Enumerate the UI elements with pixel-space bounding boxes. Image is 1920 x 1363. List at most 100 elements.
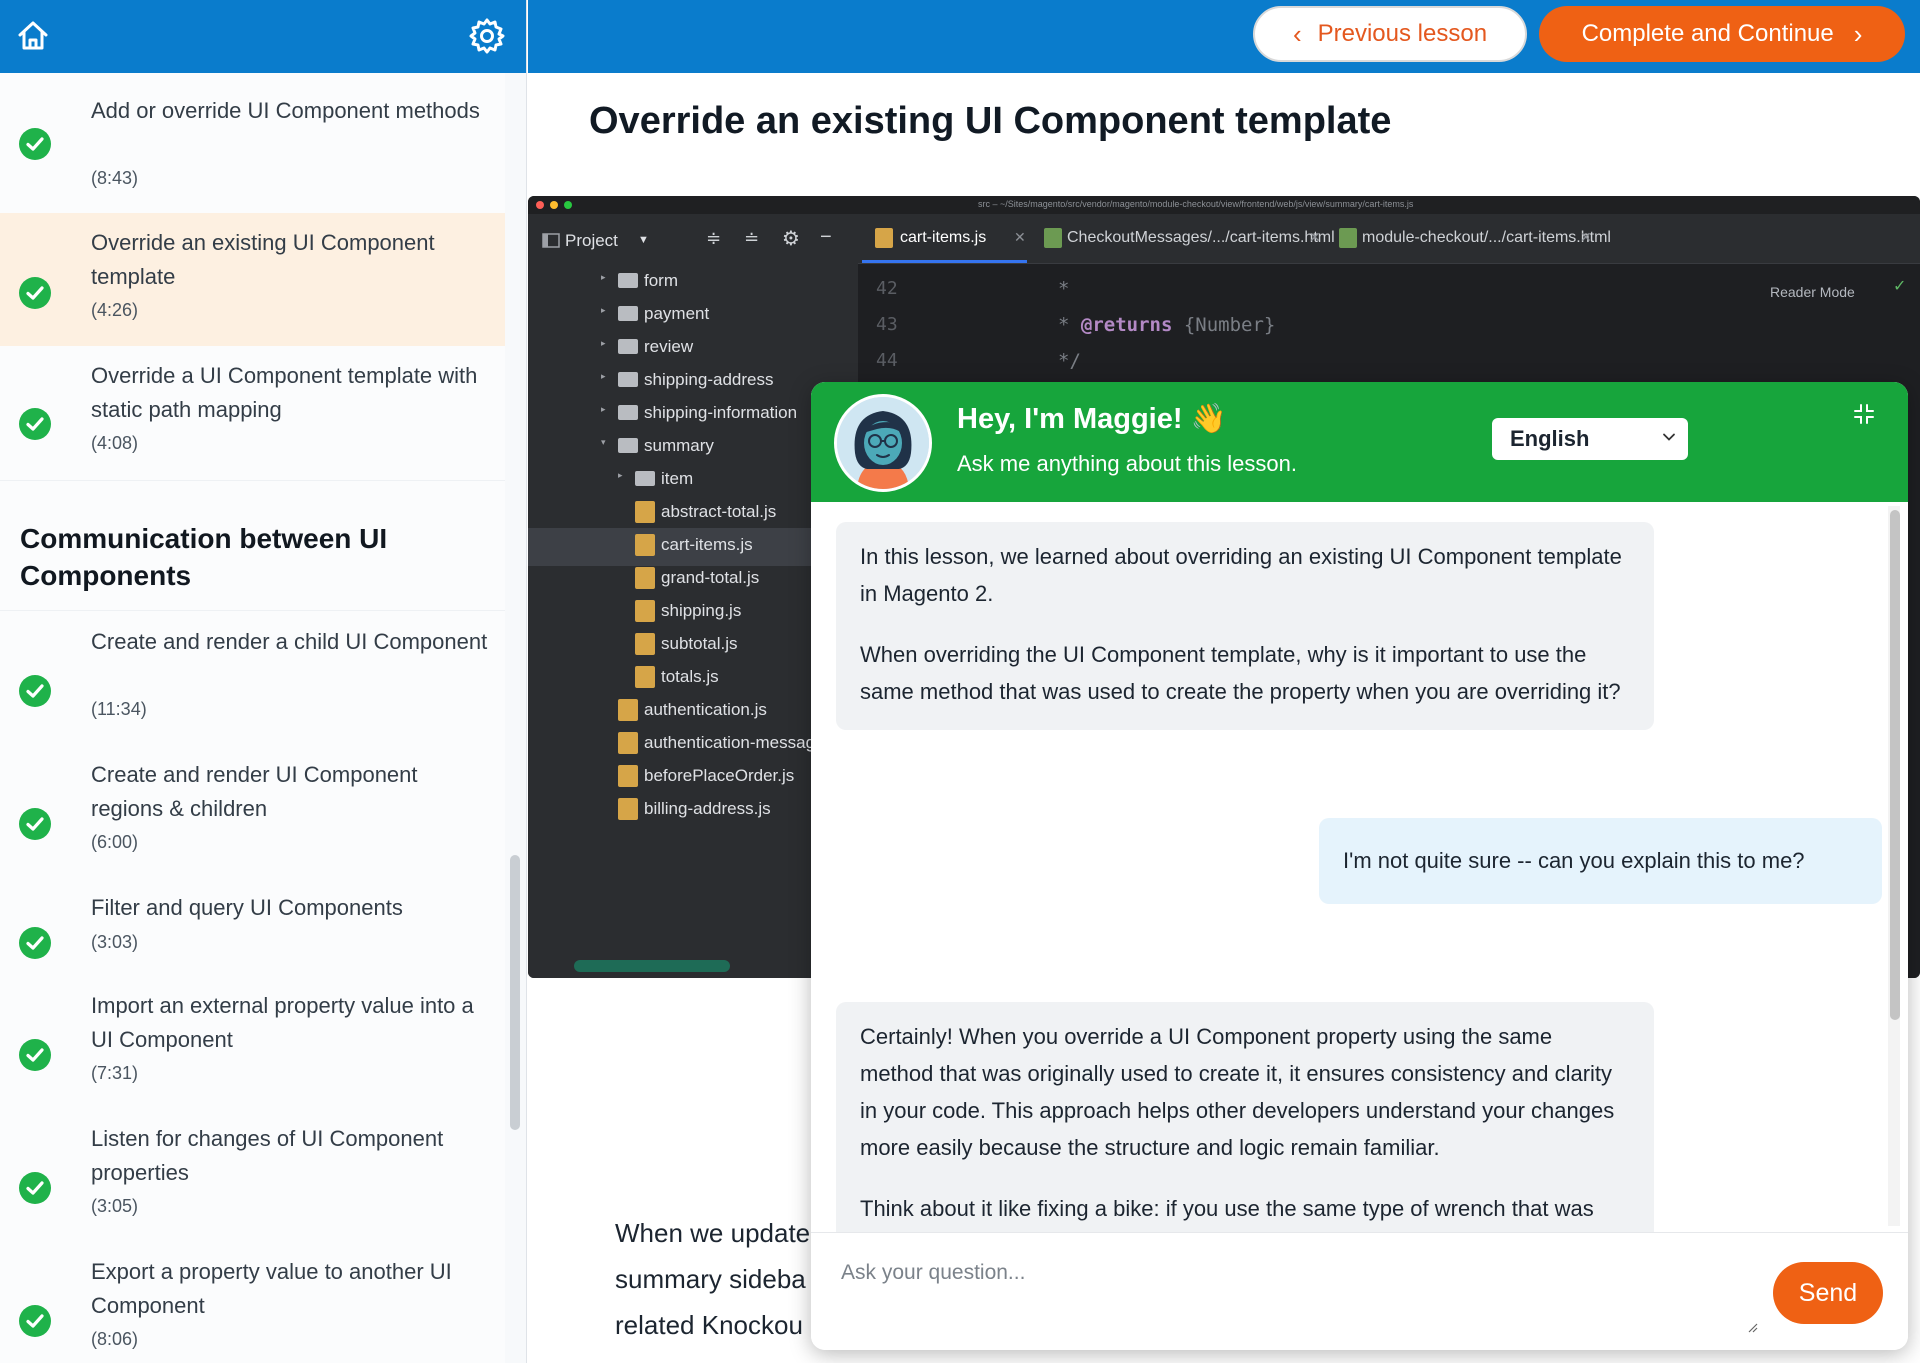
resize-handle-icon[interactable] <box>1746 1321 1758 1333</box>
folder-icon <box>618 405 638 420</box>
assistant-avatar <box>834 394 932 492</box>
message-paragraph: When overriding the UI Component templat… <box>860 642 1621 704</box>
avatar-illustration-icon <box>837 397 929 489</box>
line-number: 44 <box>876 350 898 371</box>
lesson-item[interactable]: Filter and query UI Components (3:03) <box>0 879 505 977</box>
sidebar-scrollbar[interactable] <box>510 855 520 1130</box>
js-file-icon <box>618 699 638 721</box>
minimize-chat-icon[interactable] <box>1852 402 1876 426</box>
tree-item: billing-address.js <box>528 792 858 830</box>
check-circle-icon <box>19 808 51 840</box>
lesson-duration: (8:06) <box>91 1329 139 1349</box>
lesson-item[interactable]: Create and render UI Component regions &… <box>0 746 505 879</box>
chat-messages: In this lesson, we learned about overrid… <box>811 502 1908 1232</box>
lesson-item[interactable]: Add or override UI Component methods (8:… <box>0 73 505 213</box>
send-button[interactable]: Send <box>1773 1262 1883 1324</box>
dropdown-arrow-icon: ▼ <box>638 234 649 246</box>
chat-title: Hey, I'm Maggie! 👋 <box>957 403 1227 435</box>
chat-header: Hey, I'm Maggie! 👋 Ask me anything about… <box>811 382 1908 502</box>
section-heading: Communication between UI Components <box>20 523 388 591</box>
previous-lesson-button[interactable]: ‹ Previous lesson <box>1253 6 1527 62</box>
lesson-title: Listen for changes of UI Component prope… <box>91 1126 444 1185</box>
chevron-left-icon: ‹ <box>1292 19 1302 49</box>
js-file-icon <box>635 633 655 655</box>
code-type: {Number} <box>1183 314 1276 336</box>
chevron-right-icon: › <box>1853 19 1863 49</box>
chevron-right-icon: ▸ <box>601 371 606 381</box>
collapse-all-icon: ≐ <box>744 228 760 248</box>
message-paragraph: Certainly! When you override a UI Compon… <box>860 1024 1615 1160</box>
tree-item-label: authentication.js <box>644 700 767 719</box>
chevron-right-icon: ▸ <box>601 305 606 315</box>
close-icon: ✕ <box>1580 229 1592 245</box>
lesson-item[interactable]: Import an external property value into a… <box>0 977 505 1110</box>
folder-icon <box>618 306 638 321</box>
tree-item-label: shipping.js <box>661 601 742 620</box>
js-file-icon <box>875 228 893 248</box>
lesson-item[interactable]: Listen for changes of UI Component prope… <box>0 1110 505 1243</box>
ide-project-tree: ▸ form ▸ payment ▸ review ▸ shipping-address… <box>528 264 858 978</box>
project-window-icon <box>542 233 560 248</box>
js-file-icon <box>635 600 655 622</box>
chevron-right-icon: ▸ <box>601 338 606 348</box>
check-circle-icon <box>19 277 51 309</box>
maximize-dot-icon <box>564 201 572 209</box>
lesson-item[interactable]: Create and render a child UI Component (… <box>0 613 505 746</box>
lesson-item-active[interactable]: Override an existing UI Component templa… <box>0 213 505 346</box>
ide-project-bar: Project ▼ ≑ ≐ ⚙ − <box>528 214 858 264</box>
previous-lesson-label: Previous lesson <box>1317 20 1488 47</box>
tree-item-label: billing-address.js <box>644 799 771 818</box>
complete-and-continue-button[interactable]: Complete and Continue › <box>1539 6 1905 62</box>
lesson-item[interactable]: Export a property value to another UI Co… <box>0 1243 505 1363</box>
project-label: Project <box>565 231 618 250</box>
chat-input-area: Send <box>811 1232 1908 1350</box>
expand-all-icon: ≑ <box>706 228 722 248</box>
check-icon: ✓ <box>1893 278 1907 295</box>
lesson-list: Add or override UI Component methods (8:… <box>0 73 505 1363</box>
html-file-icon <box>1044 228 1062 248</box>
ide-editor-tabs: cart-items.js ✕ CheckoutMessages/.../car… <box>858 214 1920 264</box>
js-file-icon <box>635 567 655 589</box>
minimize-dot-icon <box>550 201 558 209</box>
js-file-icon <box>618 732 638 754</box>
chat-scrollbar[interactable] <box>1890 510 1900 1020</box>
check-circle-icon <box>19 927 51 959</box>
chat-question-input[interactable] <box>841 1253 1741 1293</box>
code-line: * <box>1058 278 1070 300</box>
gear-icon <box>469 18 505 54</box>
line-number: 42 <box>876 278 898 299</box>
language-select[interactable]: English <box>1492 418 1688 460</box>
tree-item-label: abstract-total.js <box>661 502 777 521</box>
tree-item-label: grand-total.js <box>661 568 760 587</box>
settings-button[interactable] <box>468 17 506 55</box>
html-file-icon <box>1339 228 1357 248</box>
tree-item-label: item <box>661 469 694 488</box>
page-title: Override an existing UI Component templa… <box>589 100 1392 142</box>
code-line: * @returns {Number} <box>1058 314 1276 336</box>
lesson-duration: (4:08) <box>91 433 139 453</box>
check-circle-icon <box>19 675 51 707</box>
line-number: 43 <box>876 314 898 335</box>
message-paragraph: I'm not quite sure -- can you explain th… <box>1343 848 1805 873</box>
ide-tab-label: cart-items.js <box>900 229 987 246</box>
js-file-icon <box>618 798 638 820</box>
ide-titlebar: src – ~/Sites/magento/src/vendor/magento… <box>528 196 1920 214</box>
chevron-right-icon: ▸ <box>601 272 606 282</box>
hide-icon: − <box>820 226 832 248</box>
chevron-down-icon: ▾ <box>601 437 606 447</box>
js-file-icon <box>635 666 655 688</box>
home-button[interactable] <box>16 19 50 53</box>
check-circle-icon <box>19 1039 51 1071</box>
lesson-title: Create and render UI Component regions &… <box>91 762 418 821</box>
lesson-item[interactable]: Override a UI Component template with st… <box>0 346 505 480</box>
tree-item-label: payment <box>644 304 710 323</box>
complete-and-continue-label: Complete and Continue <box>1581 20 1834 47</box>
assistant-message: In this lesson, we learned about overrid… <box>836 522 1654 730</box>
tree-item-label: shipping-address <box>644 370 774 389</box>
tree-item-label: cart-items.js <box>661 535 753 554</box>
code-line: */ <box>1058 350 1081 372</box>
tree-item-label: subtotal.js <box>661 634 738 653</box>
ide-tab-label: module-checkout/.../cart-items.html <box>1362 229 1611 246</box>
close-dot-icon <box>536 201 544 209</box>
home-icon <box>18 21 48 50</box>
